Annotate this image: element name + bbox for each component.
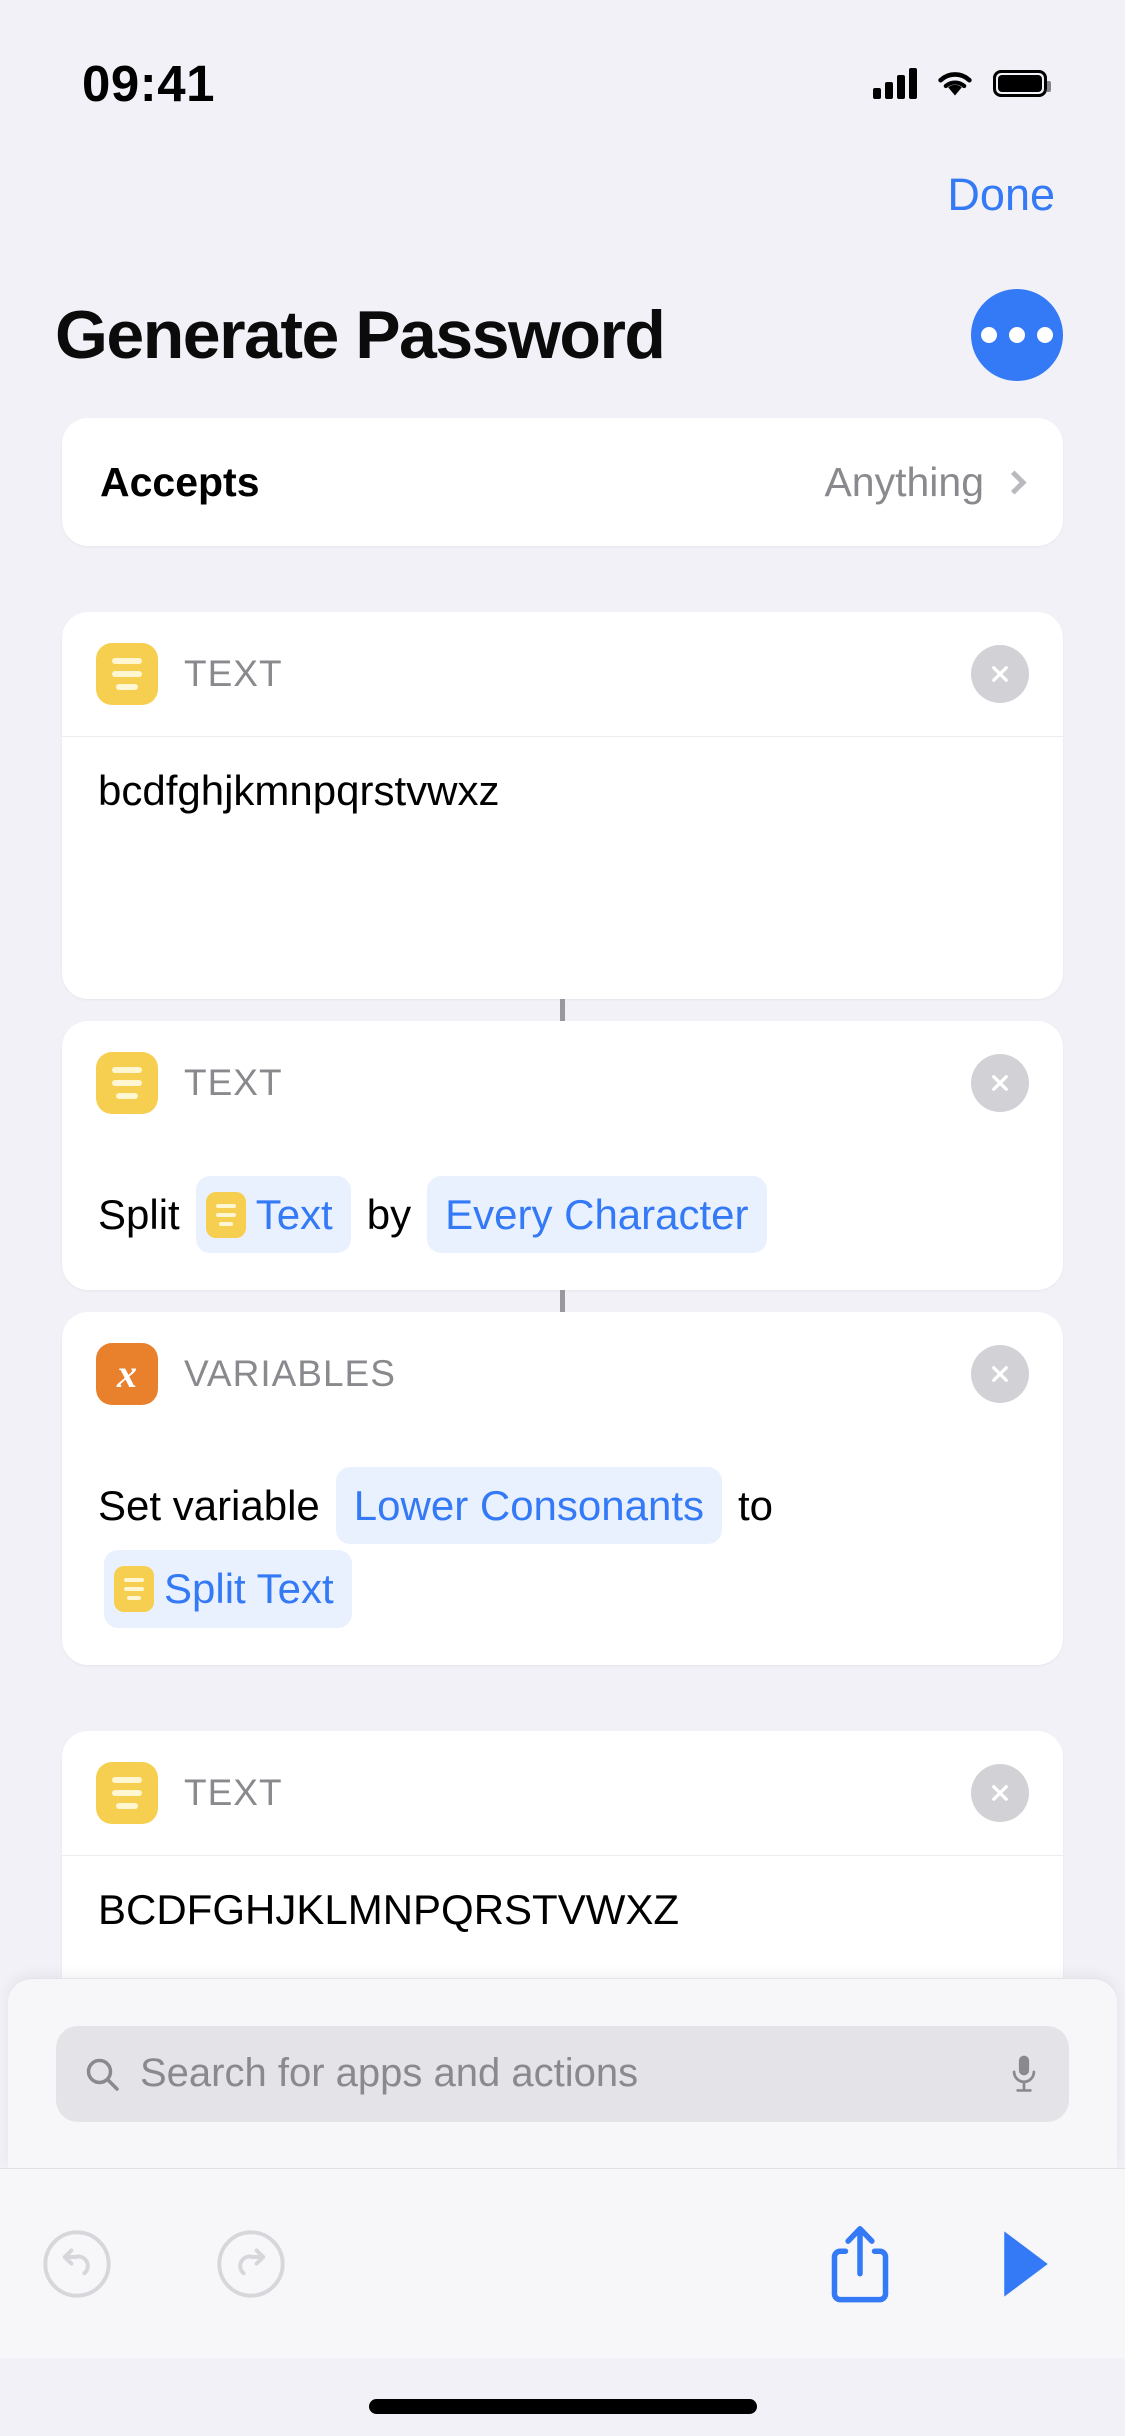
search-panel: Search for apps and actions (8, 1978, 1117, 2168)
text-action-icon (96, 1052, 158, 1114)
action-card-split-text[interactable]: TEXT Split Text by Every Character (62, 1021, 1063, 1291)
token-pill-text[interactable]: Text (195, 1176, 351, 1254)
split-token-row: Split Text by Every Character (98, 1173, 1027, 1256)
chevron-right-icon (1002, 469, 1027, 495)
action-connector (560, 999, 565, 1021)
close-icon[interactable] (971, 1054, 1029, 1112)
ellipsis-icon (1037, 327, 1053, 343)
token-word-to: to (738, 1482, 774, 1530)
bottom-toolbar (0, 2168, 1125, 2358)
action-category-label: TEXT (184, 1771, 283, 1813)
share-button[interactable] (827, 2222, 893, 2306)
done-button[interactable]: Done (947, 169, 1055, 221)
undo-icon (43, 2229, 111, 2298)
redo-button[interactable] (214, 2227, 288, 2301)
ellipsis-icon (1009, 327, 1025, 343)
undo-button[interactable] (40, 2227, 114, 2301)
text-action-icon (96, 1761, 158, 1824)
action-connector (560, 1290, 565, 1313)
wifi-icon (938, 71, 972, 95)
page-title: Generate Password (55, 297, 666, 373)
search-field[interactable]: Search for apps and actions (56, 2025, 1069, 2122)
actions-scroll-area[interactable]: Accepts Anything TEXT bcdfghjkmnpqrstvwx… (0, 418, 1125, 1978)
variables-x-glyph: x (117, 1351, 137, 1397)
home-indicator (368, 2399, 757, 2414)
toolbar-right-group (827, 2222, 1055, 2306)
token-pill-text-label: Text (255, 1191, 333, 1238)
action-category-label: TEXT (184, 653, 283, 694)
ellipsis-icon (981, 327, 997, 343)
toolbar-left-group (40, 2227, 288, 2301)
token-word-set-variable: Set variable (98, 1482, 320, 1530)
microphone-icon[interactable] (1007, 2051, 1041, 2097)
close-x-glyph (992, 1366, 1008, 1383)
action-card-text-lower[interactable]: TEXT bcdfghjkmnpqrstvwxz (62, 612, 1063, 999)
close-x-glyph (992, 1784, 1008, 1801)
redo-icon (217, 2229, 285, 2298)
accepts-label: Accepts (100, 458, 260, 505)
action-header: TEXT (62, 612, 1063, 736)
nav-bar: Done (0, 150, 1125, 240)
cellular-bars-icon (873, 67, 917, 99)
action-body: Split Text by Every Character (62, 1145, 1063, 1290)
shortcuts-editor-screen: 09:41 Done Generate Password Accepts Any… (0, 0, 1125, 2436)
status-bar: 09:41 (0, 0, 1125, 140)
action-card-text-upper[interactable]: TEXT BCDFGHJKLMNPQRSTVWXZ (62, 1730, 1063, 1978)
more-options-button[interactable] (971, 289, 1063, 381)
token-pill-split-text-label: Split Text (164, 1565, 334, 1613)
token-pill-lower-consonants[interactable]: Lower Consonants (335, 1467, 723, 1545)
search-icon (86, 2058, 119, 2091)
set-variable-token-row: Set variable Lower Consonants to Split T… (98, 1464, 1027, 1630)
close-icon[interactable] (971, 1345, 1029, 1404)
text-field-value[interactable]: BCDFGHJKLMNPQRSTVWXZ (98, 1884, 1027, 1937)
text-field-value[interactable]: bcdfghjkmnpqrstvwxz (98, 765, 1027, 818)
text-variable-icon (114, 1565, 154, 1612)
action-category-label: VARIABLES (184, 1353, 396, 1395)
share-icon (831, 2225, 889, 2302)
close-x-glyph (992, 666, 1008, 682)
close-icon[interactable] (971, 1763, 1029, 1822)
action-body: Set variable Lower Consonants to Split T… (62, 1436, 1063, 1664)
action-header: TEXT (62, 1731, 1063, 1855)
battery-full-icon (993, 69, 1051, 97)
action-category-label: TEXT (184, 1062, 283, 1103)
action-header: TEXT (62, 1021, 1063, 1145)
token-word-split: Split (98, 1191, 180, 1238)
action-card-set-variable[interactable]: x VARIABLES Set variable Lower Consonant… (62, 1312, 1063, 1665)
token-pill-every-character[interactable]: Every Character (427, 1176, 767, 1254)
text-action-icon (96, 643, 158, 705)
token-pill-split-text[interactable]: Split Text (104, 1550, 352, 1628)
status-bar-time: 09:41 (82, 54, 215, 112)
search-input[interactable]: Search for apps and actions (140, 2051, 989, 2096)
accepts-value-group: Anything (824, 458, 1027, 506)
close-x-glyph (992, 1075, 1008, 1091)
accepts-value: Anything (824, 458, 984, 505)
action-body[interactable]: BCDFGHJKLMNPQRSTVWXZ (62, 1856, 1063, 1978)
title-row: Generate Password (0, 270, 1125, 400)
text-variable-icon (205, 1191, 246, 1238)
variables-action-icon: x (96, 1343, 158, 1406)
status-bar-icons (873, 67, 1051, 99)
token-word-by: by (366, 1191, 412, 1238)
accepts-row[interactable]: Accepts Anything (62, 418, 1063, 546)
run-button[interactable] (997, 2227, 1055, 2301)
action-body[interactable]: bcdfghjkmnpqrstvwxz (62, 737, 1063, 999)
play-icon (1004, 2230, 1048, 2297)
action-header: x VARIABLES (62, 1312, 1063, 1436)
close-icon[interactable] (971, 645, 1029, 703)
